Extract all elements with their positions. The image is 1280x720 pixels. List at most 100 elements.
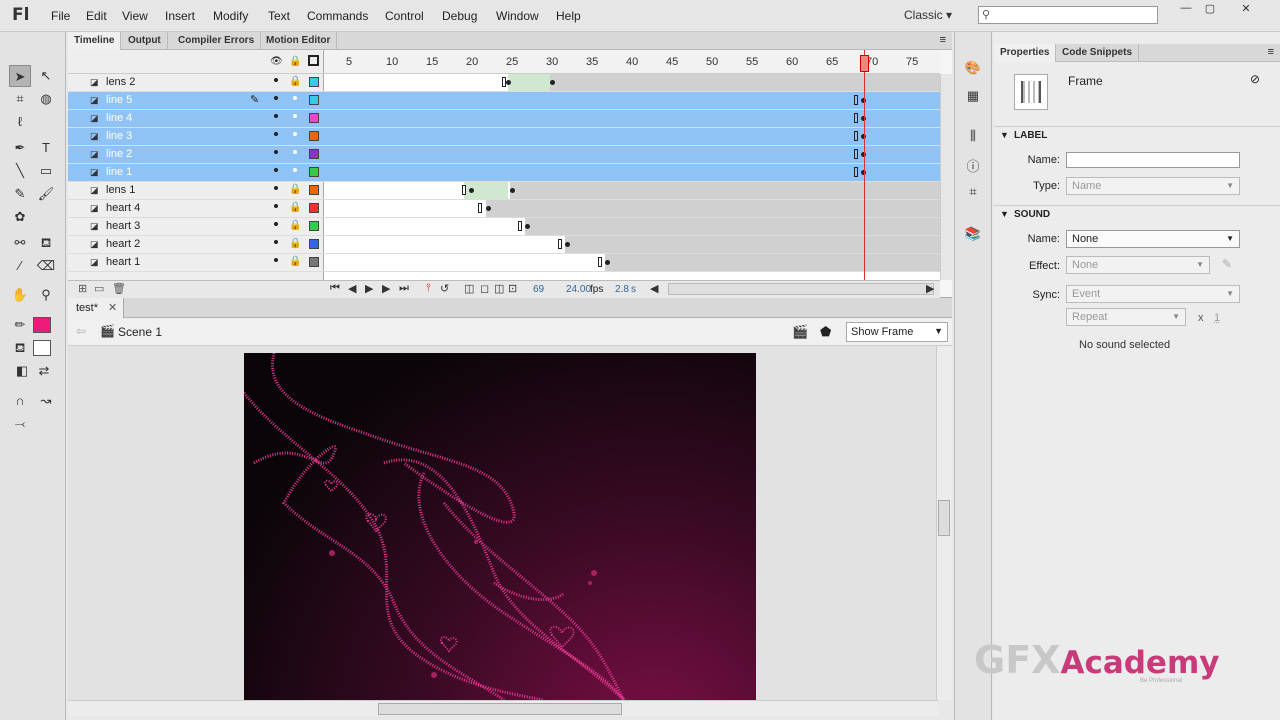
back-arrow-icon[interactable]: ⇦ [76, 324, 86, 338]
stroke-color-swatch[interactable] [33, 317, 51, 333]
stage-vscroll[interactable] [936, 346, 952, 700]
zoom-tool-icon[interactable]: ⚲ [35, 284, 57, 306]
layer-name[interactable]: line 5 [106, 94, 132, 106]
layer-name[interactable]: line 1 [106, 166, 132, 178]
text-tool-icon[interactable]: T [35, 137, 57, 159]
sync-select[interactable]: Event ▼ [1066, 285, 1240, 303]
info-panel-icon[interactable]: ⓘ [963, 156, 983, 176]
current-frame[interactable]: 69 [533, 284, 544, 295]
first-frame-icon[interactable]: ⏮ [330, 282, 340, 295]
edit-effect-icon[interactable]: ✎ [1222, 257, 1232, 271]
sound-section[interactable]: ▼ SOUND [994, 205, 1280, 223]
free-transform-tool-icon[interactable]: ⌗ [9, 88, 31, 110]
keyframe-empty[interactable] [478, 203, 482, 213]
eyedropper-tool-icon[interactable]: ⁄ [9, 255, 31, 277]
frame-row[interactable] [324, 74, 940, 92]
lock-icon[interactable]: 🔒 [289, 76, 301, 87]
menu-view[interactable]: View [122, 9, 148, 23]
eye-icon[interactable]: 👁 [270, 56, 283, 67]
keyframe-empty[interactable] [462, 185, 466, 195]
subselection-tool-icon[interactable]: ↖ [35, 65, 57, 87]
visibility-toggle[interactable] [274, 222, 278, 226]
sound-name-select[interactable]: None ▼ [1066, 230, 1240, 248]
lock-toggle[interactable] [293, 96, 297, 100]
layer-row[interactable]: ◪ line 5 ✎ [68, 92, 324, 110]
visibility-toggle[interactable] [274, 132, 278, 136]
pencil-tool-icon[interactable]: ✎ [9, 183, 31, 205]
keyframe[interactable] [486, 206, 491, 211]
frame-row[interactable] [324, 254, 940, 272]
outline-color-swatch[interactable] [309, 113, 319, 123]
keyframe-empty[interactable] [558, 239, 562, 249]
layer-row[interactable]: ◪ line 1 [68, 164, 324, 182]
menu-insert[interactable]: Insert [165, 9, 195, 23]
frame-row[interactable] [324, 92, 940, 110]
stage-hscroll[interactable] [68, 700, 938, 716]
timeline-hscroll[interactable] [668, 283, 934, 295]
bone-tool-icon[interactable]: ⚯ [9, 232, 31, 254]
frame-row[interactable] [324, 218, 940, 236]
workspace-switcher[interactable]: Classic ▾ [904, 8, 952, 22]
frames-area[interactable]: 5 10 15 20 25 30 35 40 45 50 55 60 65 70 75 [324, 50, 940, 298]
layer-row[interactable]: ◪ lens 2 🔒 [68, 74, 324, 92]
outline-color-swatch[interactable] [309, 257, 319, 267]
repeat-select[interactable]: Repeat ▼ [1066, 308, 1186, 326]
visibility-toggle[interactable] [274, 150, 278, 154]
visibility-toggle[interactable] [274, 186, 278, 190]
layer-row[interactable]: ◪ line 2 [68, 146, 324, 164]
onion-outlines-icon[interactable]: ◻ [480, 282, 489, 295]
onion-skin-icon[interactable]: ◫ [464, 282, 474, 295]
document-tab[interactable]: test* ✕ [68, 298, 124, 318]
frame-rate[interactable]: 24.00 [566, 284, 591, 295]
fill-color-swatch[interactable] [33, 340, 51, 356]
straighten-icon[interactable]: ⤙ [9, 413, 31, 435]
lock-toggle[interactable] [293, 150, 297, 154]
keyframe-empty[interactable] [854, 167, 858, 177]
frame-row[interactable] [324, 146, 940, 164]
visibility-toggle[interactable] [274, 240, 278, 244]
outline-color-swatch[interactable] [309, 221, 319, 231]
panel-menu-icon[interactable]: ≡ [940, 34, 946, 46]
scroll-left-icon[interactable]: ◀ [650, 282, 658, 295]
layer-row[interactable]: ◪ heart 2 🔒 [68, 236, 324, 254]
layer-name[interactable]: lens 1 [106, 184, 135, 196]
lock-toggle[interactable] [293, 168, 297, 172]
keyframe[interactable] [565, 242, 570, 247]
layer-name[interactable]: line 2 [106, 148, 132, 160]
keyframe[interactable] [605, 260, 610, 265]
brush-tool-icon[interactable]: 🖌 [35, 183, 57, 205]
outline-color-swatch[interactable] [309, 131, 319, 141]
outline-color-swatch[interactable] [309, 77, 319, 87]
frame-row[interactable] [324, 182, 940, 200]
stage-area[interactable] [68, 346, 952, 700]
close-button[interactable]: ✕ [1232, 2, 1260, 16]
keyframe-empty[interactable] [854, 131, 858, 141]
lock-icon[interactable]: 🔒 [289, 220, 301, 231]
effect-select[interactable]: None ▼ [1066, 256, 1210, 274]
tab-motion-editor[interactable]: Motion Editor [260, 32, 338, 50]
swatches-panel-icon[interactable]: ▦ [963, 88, 983, 108]
eraser-tool-icon[interactable]: ⌫ [35, 255, 57, 277]
help-icon[interactable]: ⊘ [1250, 72, 1260, 86]
lock-toggle[interactable] [293, 132, 297, 136]
outline-icon[interactable] [308, 55, 319, 66]
keyframe[interactable] [550, 80, 555, 85]
tab-properties[interactable]: Properties [994, 44, 1057, 62]
delete-layer-icon[interactable]: 🗑 [112, 282, 126, 295]
lock-icon[interactable]: 🔒 [289, 202, 301, 213]
transform-panel-icon[interactable]: ⌗ [963, 184, 983, 204]
tab-timeline[interactable]: Timeline [68, 32, 122, 50]
step-forward-icon[interactable]: ▶ [382, 282, 390, 295]
visibility-toggle[interactable] [274, 258, 278, 262]
timeline-vscroll[interactable] [940, 74, 952, 280]
lock-icon[interactable]: 🔒 [289, 238, 301, 249]
library-panel-icon[interactable]: 📚 [963, 226, 983, 246]
rectangle-tool-icon[interactable]: ▭ [35, 160, 57, 182]
layer-row[interactable]: ◪ line 3 [68, 128, 324, 146]
lock-icon[interactable]: 🔒 [289, 256, 301, 267]
layer-name[interactable]: line 3 [106, 130, 132, 142]
lock-icon[interactable]: 🔒 [289, 56, 301, 67]
playhead[interactable] [864, 50, 865, 282]
layer-name[interactable]: heart 1 [106, 256, 140, 268]
keyframe-empty[interactable] [854, 149, 858, 159]
